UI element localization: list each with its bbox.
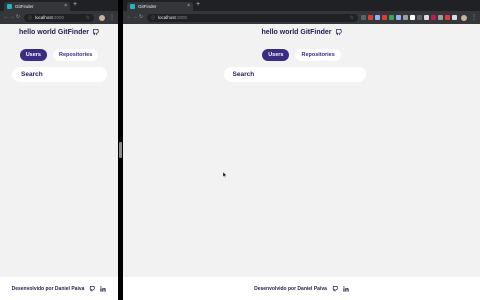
extension-icon[interactable]: [431, 15, 436, 20]
app-page: hello world GitFinder Users Repositories…: [123, 24, 480, 300]
url-host: localhost: [35, 15, 53, 20]
extensions-area: ⋮: [361, 14, 477, 21]
menu-icon[interactable]: ⋮: [471, 15, 477, 21]
brand-header: hello world GitFinder: [0, 29, 118, 36]
extension-icon[interactable]: [445, 15, 450, 20]
split-divider-handle[interactable]: [119, 142, 122, 158]
extension-icon[interactable]: [382, 15, 387, 20]
search-placeholder: Search: [232, 71, 255, 78]
linkedin-icon[interactable]: [343, 285, 349, 292]
tab-strip: GitFinder × +: [0, 0, 118, 11]
footer: Desenvolvido por Daniel Paiva: [0, 277, 118, 300]
search-placeholder: Search: [21, 71, 43, 78]
extension-icon[interactable]: [424, 15, 429, 20]
browser-toolbar: ← → ↻ ⓘ localhost :3000 ☆ ⋮: [123, 11, 480, 24]
address-bar[interactable]: ⓘ localhost :3000 ☆: [24, 13, 94, 22]
info-icon[interactable]: ⓘ: [151, 15, 155, 21]
extension-icon[interactable]: [438, 15, 443, 20]
browser-window-left: GitFinder × + ← → ↻ ⓘ localhost :3000 ☆ …: [0, 0, 118, 300]
browser-tab-title: GitFinder: [138, 4, 157, 9]
footer-credit: Desenvolvido por Daniel Paiva: [254, 285, 327, 292]
url-host: localhost: [158, 15, 176, 20]
github-icon: [335, 29, 342, 36]
browser-toolbar: ← → ↻ ⓘ localhost :3000 ☆ ⋮: [0, 11, 118, 24]
profile-avatar[interactable]: [461, 14, 467, 21]
extension-icon[interactable]: [389, 15, 394, 20]
extension-icon[interactable]: [417, 15, 422, 20]
extension-icon[interactable]: [368, 15, 373, 20]
browser-tab-title: GitFinder: [15, 4, 34, 9]
extension-icon[interactable]: [375, 15, 380, 20]
tab-users[interactable]: Users: [19, 49, 47, 61]
brand-title: hello world GitFinder: [19, 29, 89, 36]
browser-tab[interactable]: GitFinder ×: [4, 2, 70, 11]
tab-repositories[interactable]: Repositories: [52, 49, 99, 61]
brand-title: hello world GitFinder: [261, 29, 332, 36]
github-icon[interactable]: [89, 285, 96, 292]
menu-icon[interactable]: ⋮: [109, 15, 115, 21]
close-tab-icon[interactable]: ×: [64, 4, 67, 9]
bookmark-star-icon[interactable]: ☆: [350, 15, 354, 21]
info-icon[interactable]: ⓘ: [28, 15, 32, 21]
linkedin-icon[interactable]: [100, 285, 107, 292]
favicon-icon: [130, 4, 135, 9]
favicon-icon: [7, 4, 12, 9]
mouse-cursor-icon: [223, 172, 227, 178]
footer-credit: Desenvolvido por Daniel Paiva: [11, 285, 85, 292]
extension-icon[interactable]: [452, 15, 457, 20]
reload-icon[interactable]: ↻: [15, 15, 21, 20]
github-icon: [92, 29, 99, 36]
tab-strip: GitFinder × +: [123, 0, 480, 11]
extension-icon[interactable]: [410, 15, 415, 20]
app-page: hello world GitFinder Users Repositories…: [0, 24, 118, 300]
new-tab-button[interactable]: +: [196, 1, 200, 8]
footer: Desenvolvido por Daniel Paiva: [123, 277, 480, 300]
address-bar[interactable]: ⓘ localhost :3000 ☆: [147, 13, 358, 22]
search-input[interactable]: Search: [223, 67, 366, 82]
extension-icon[interactable]: [361, 15, 366, 20]
browser-window-right: GitFinder × + ← → ↻ ⓘ localhost :3000 ☆ …: [123, 0, 480, 300]
tab-repositories[interactable]: Repositories: [295, 49, 341, 61]
github-icon[interactable]: [332, 285, 338, 292]
reload-icon[interactable]: ↻: [138, 15, 144, 20]
tab-users[interactable]: Users: [262, 49, 290, 61]
new-tab-button[interactable]: +: [73, 1, 77, 8]
search-type-tabs: Users Repositories: [0, 49, 118, 61]
close-tab-icon[interactable]: ×: [187, 4, 190, 9]
search-type-tabs: Users Repositories: [123, 49, 480, 61]
profile-avatar[interactable]: [99, 14, 105, 21]
extension-icon[interactable]: [403, 15, 408, 20]
extension-icon[interactable]: [396, 15, 401, 20]
url-port: :3000: [52, 15, 65, 20]
browser-tab[interactable]: GitFinder ×: [127, 2, 193, 11]
extensions-area: ⋮: [97, 14, 115, 21]
bookmark-star-icon[interactable]: ☆: [86, 15, 90, 21]
search-input[interactable]: Search: [12, 67, 107, 82]
brand-header: hello world GitFinder: [123, 29, 480, 36]
url-port: :3000: [175, 15, 188, 20]
